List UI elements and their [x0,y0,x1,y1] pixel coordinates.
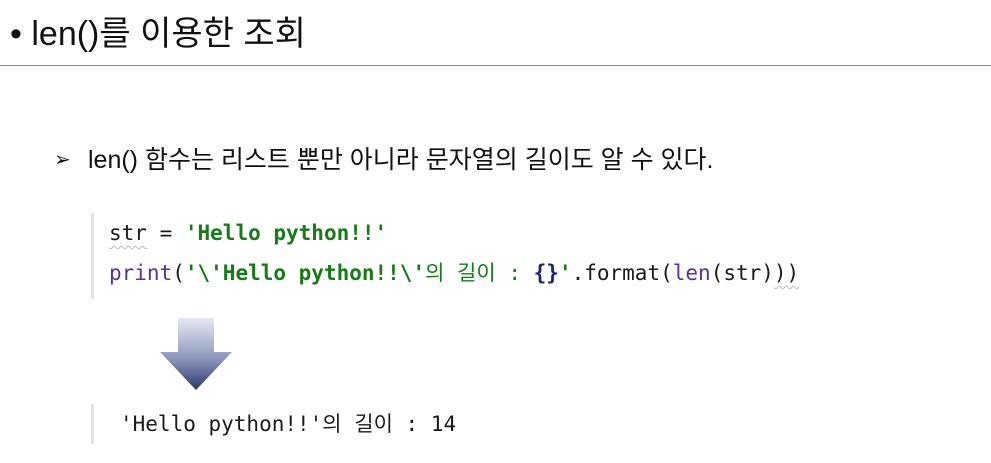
code-operator: = [146,221,185,245]
bullet-text: len() 함수는 리스트 뿐만 아니라 문자열의 길이도 알 수 있다. [88,146,714,174]
code-len-args: (str) [710,261,774,285]
code-string-korean: 의 길이 : [425,261,534,285]
arrow-bullet-icon: ➢ [54,149,71,171]
bullet-point: ➢ len() 함수는 리스트 뿐만 아니라 문자열의 길이도 알 수 있다. [54,143,713,177]
output-text: 'Hello python!!'의 길이 : 14 [120,412,457,436]
title-underline [0,65,991,66]
code-paren-open: ( [172,261,185,285]
output-block: 'Hello python!!'의 길이 : 14 [91,404,794,444]
code-placeholder: {} [533,261,559,285]
code-paren-close: )) [773,261,800,285]
code-line-2: print('\'Hello python!!\'의 길이 : {}'.form… [109,253,799,293]
slide-title: • len()를 이용한 조회 [10,15,306,53]
code-string-start: '\'Hello python!!\' [184,261,426,285]
code-format-method: .format( [571,261,673,285]
code-string-end: ' [558,261,572,285]
code-snippet: str = 'Hello python!!' print('\'Hello py… [91,213,944,299]
code-len-function: len [672,261,711,285]
code-print-function: print [109,261,173,285]
code-string-literal: 'Hello python!!' [184,221,388,245]
code-line-1: str = 'Hello python!!' [109,213,387,253]
code-variable: str [109,221,147,245]
down-arrow-icon [160,318,232,390]
